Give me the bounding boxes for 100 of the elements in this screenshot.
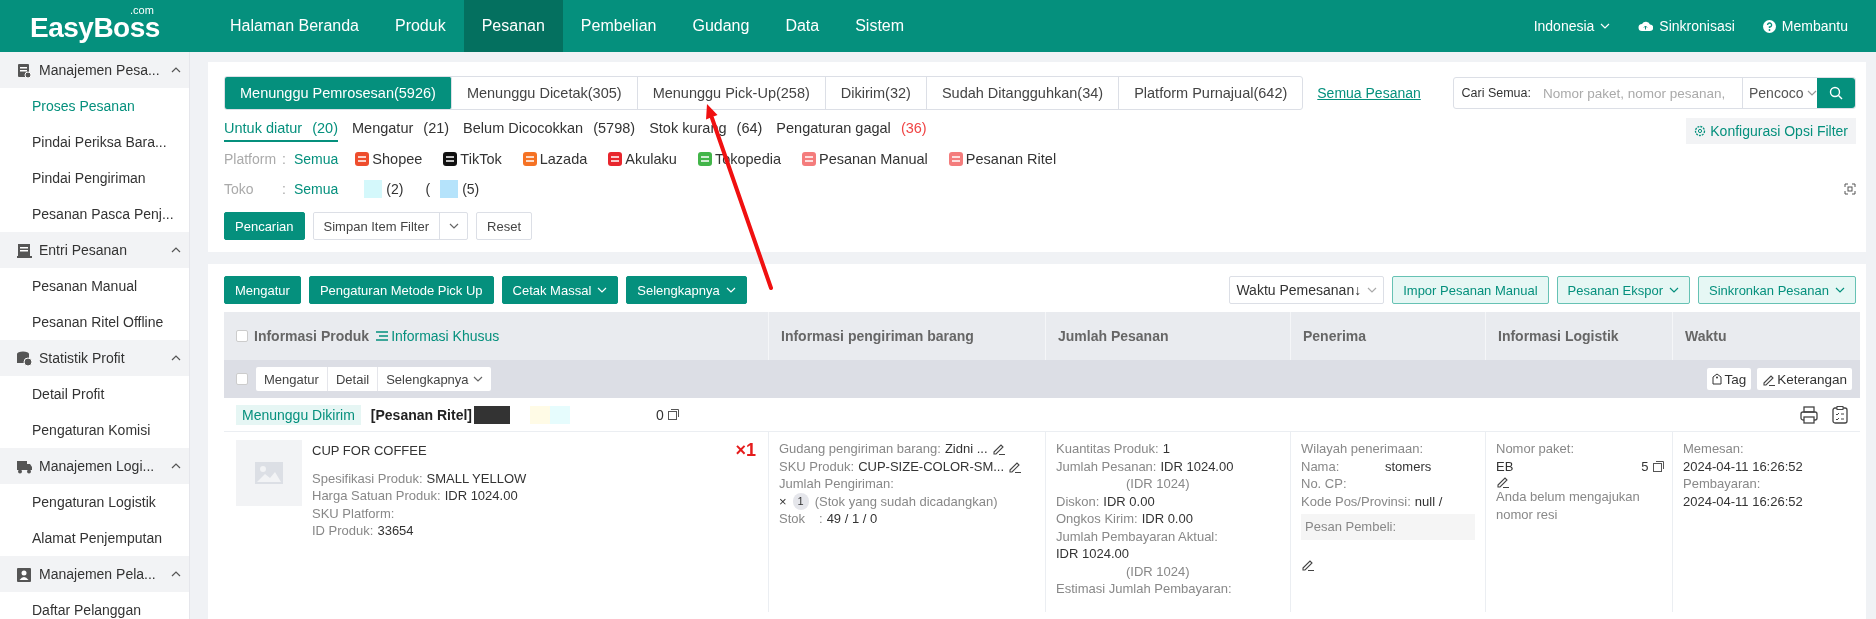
list-icon bbox=[375, 330, 390, 342]
region-menu[interactable]: Indonesia bbox=[1533, 18, 1611, 34]
action-button[interactable]: Mengatur bbox=[224, 276, 301, 304]
status-tab[interactable]: Platform Purnajual(642) bbox=[1119, 77, 1303, 109]
note-button[interactable]: Keterangan bbox=[1757, 368, 1852, 390]
menu-item[interactable]: Pembelian bbox=[562, 0, 675, 52]
sidebar-item[interactable]: Pesanan Manual bbox=[0, 268, 189, 304]
sidebar-item[interactable]: Daftar Pelanggan bbox=[0, 592, 189, 619]
sidebar-item[interactable]: Proses Pesanan bbox=[0, 88, 189, 124]
field-value: Zidni ... bbox=[944, 440, 988, 458]
sidebar-item[interactable]: Pengaturan Logistik bbox=[0, 484, 189, 520]
help-link[interactable]: Membantu bbox=[1762, 18, 1848, 34]
field-label: Pembayaran: bbox=[1683, 475, 1762, 493]
filter-option[interactable]: Shopee bbox=[354, 151, 423, 167]
checklist-icon[interactable] bbox=[1832, 405, 1848, 424]
sidebar-item[interactable]: Detail Profit bbox=[0, 376, 189, 412]
bulk-button[interactable]: Mengatur bbox=[256, 367, 328, 391]
field-label: No. CP: bbox=[1301, 475, 1347, 493]
search-button[interactable] bbox=[1817, 78, 1855, 108]
field-label: SKU Produk: bbox=[779, 457, 855, 475]
sidebar-group[interactable]: Manajemen Pesa... bbox=[0, 52, 189, 88]
menu-item[interactable]: Gudang bbox=[674, 0, 768, 52]
field-label: Stok bbox=[779, 510, 806, 528]
expand-icon[interactable] bbox=[1844, 183, 1856, 195]
field-label: Jumlah Pengiriman: bbox=[779, 475, 894, 493]
platform-icon bbox=[442, 151, 459, 167]
field-note: (IDR 1024) bbox=[1125, 475, 1191, 493]
action-button[interactable]: Pengaturan Metode Pick Up bbox=[308, 276, 494, 304]
filter-option[interactable]: Lazada bbox=[521, 151, 588, 167]
sort-select[interactable]: Waktu Pemesanan↓ bbox=[1229, 276, 1385, 304]
menu-item[interactable]: Pesanan bbox=[463, 0, 563, 52]
field-value: stomers bbox=[1385, 457, 1432, 475]
action-button[interactable]: Selengkapnya bbox=[626, 276, 747, 304]
search-field[interactable]: Cari Semua: Nomor paket, nomor pesanan, Pencoco bbox=[1452, 77, 1856, 109]
platform-icon bbox=[607, 151, 624, 167]
status-tab[interactable]: Menunggu Pemrosesan(5926) bbox=[225, 77, 452, 109]
column-header: Informasi Logistik bbox=[1498, 328, 1619, 344]
bulk-button[interactable]: Detail bbox=[327, 367, 379, 391]
sidebar-item[interactable]: Pesanan Pasca Penj... bbox=[0, 196, 189, 232]
action-button[interactable]: Sinkronkan Pesanan bbox=[1698, 276, 1856, 304]
menu-item[interactable]: Produk bbox=[376, 0, 464, 52]
edit-icon[interactable] bbox=[1496, 475, 1509, 488]
menu-item[interactable]: Halaman Beranda bbox=[212, 0, 377, 52]
filter-tab[interactable]: Untuk diatur (20) bbox=[224, 116, 338, 142]
field-label: Jumlah Pesanan: bbox=[1056, 457, 1157, 475]
sidebar-group[interactable]: Manajemen Logi... bbox=[0, 448, 189, 484]
copy-icon[interactable] bbox=[1652, 460, 1664, 472]
filter-option[interactable]: TikTok bbox=[442, 151, 502, 167]
sidebar-item[interactable]: Alamat Penjemputan bbox=[0, 520, 189, 556]
checkbox[interactable] bbox=[236, 373, 248, 385]
tag-button[interactable]: Tag bbox=[1707, 368, 1752, 390]
action-button[interactable]: Impor Pesanan Manual bbox=[1392, 276, 1549, 304]
filter-option[interactable]: Semua bbox=[294, 151, 339, 167]
field-label: Ongkos Kirim: bbox=[1056, 510, 1138, 528]
sync-link[interactable]: Sinkronisasi bbox=[1638, 18, 1735, 34]
sidebar-group[interactable]: Entri Pesanan bbox=[0, 232, 189, 268]
filter-option[interactable]: Pesanan Ritel bbox=[947, 151, 1057, 167]
filter-tab[interactable]: Pengaturan gagal (36) bbox=[776, 116, 927, 142]
action-button[interactable]: Pesanan Ekspor bbox=[1556, 276, 1690, 304]
contact-card-icon bbox=[16, 565, 33, 583]
filter-option[interactable]: Akulaku bbox=[607, 151, 677, 167]
field-label: Harga Satuan Produk: bbox=[312, 487, 441, 505]
field-label: Gudang pengiriman barang: bbox=[779, 440, 941, 458]
filter-option[interactable]: (2) bbox=[354, 180, 404, 198]
reset-button[interactable]: Reset bbox=[476, 212, 532, 240]
field-value: IDR 1024.00 bbox=[444, 487, 518, 505]
field-label: Spesifikasi Produk: bbox=[312, 469, 423, 487]
sidebar-item[interactable]: Pindai Periksa Bara... bbox=[0, 124, 189, 160]
status-tab[interactable]: Menunggu Dicetak(305) bbox=[451, 77, 638, 109]
sidebar-item[interactable]: Pengaturan Komisi bbox=[0, 412, 189, 448]
menu-item[interactable]: Sistem bbox=[837, 0, 923, 52]
field-label: Estimasi Jumlah Pembayaran: bbox=[1056, 580, 1232, 598]
sidebar-item[interactable]: Pesanan Ritel Offline bbox=[0, 304, 189, 340]
menu-item[interactable]: Data bbox=[767, 0, 838, 52]
action-button[interactable]: Cetak Massal bbox=[501, 276, 619, 304]
platform-icon bbox=[801, 151, 817, 167]
filter-config-button[interactable]: Konfigurasi Opsi Filter bbox=[1686, 118, 1856, 144]
status-tab[interactable]: Dikirim(32) bbox=[825, 77, 927, 109]
field-label: Memesan: bbox=[1683, 440, 1745, 458]
caret-down-icon bbox=[448, 223, 459, 229]
all-orders-link[interactable]: Semua Pesanan bbox=[1317, 85, 1421, 101]
cloud-icon bbox=[1638, 20, 1654, 32]
column-header: Informasi pengiriman barang bbox=[781, 328, 974, 344]
sidebar-group[interactable]: Manajemen Pela... bbox=[0, 556, 189, 592]
printer-icon[interactable] bbox=[1800, 405, 1818, 424]
filter-option[interactable]: Pesanan Manual bbox=[801, 151, 928, 167]
edit-icon[interactable] bbox=[991, 442, 1005, 456]
checkbox[interactable] bbox=[236, 330, 248, 342]
search-button[interactable]: Pencarian bbox=[224, 212, 305, 240]
field-value: IDR 0.00 bbox=[1141, 510, 1193, 528]
filter-option[interactable]: Semua bbox=[294, 181, 339, 197]
field-label: Jumlah Pembayaran Aktual: bbox=[1056, 527, 1218, 545]
status-tab[interactable]: Sudah Ditangguhkan(34) bbox=[926, 77, 1120, 109]
sidebar-item[interactable]: Pindai Pengiriman bbox=[0, 160, 189, 196]
bulk-button[interactable]: Selengkapnya bbox=[378, 367, 491, 391]
sidebar-group[interactable]: Statistik Profit bbox=[0, 340, 189, 376]
filter-tab[interactable]: Mengatur (21) bbox=[352, 116, 450, 142]
filter-tab[interactable]: Belum Dicocokkan (5798) bbox=[463, 116, 636, 142]
filter-option[interactable]: ( (5) bbox=[417, 180, 480, 198]
copy-icon[interactable] bbox=[667, 409, 679, 420]
